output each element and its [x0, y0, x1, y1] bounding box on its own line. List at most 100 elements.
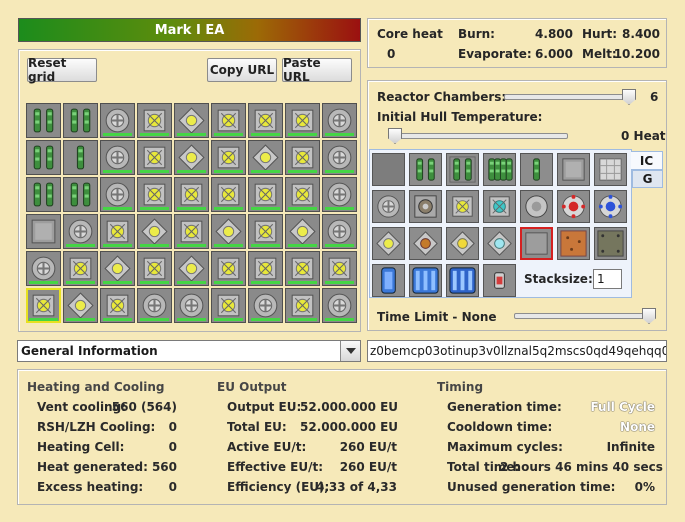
reactor-slot-exch-icon[interactable] [174, 214, 209, 249]
reactor-slot-exch-icon[interactable] [63, 251, 98, 286]
reactor-slot-exch-sel-icon[interactable] [26, 288, 61, 323]
hull-temp-slider[interactable] [388, 133, 568, 139]
palette-reflector-icon[interactable] [483, 264, 516, 297]
palette-exch-adv-icon[interactable] [483, 190, 516, 223]
reactor-slot-exch-icon[interactable] [100, 288, 135, 323]
heat-bar [66, 244, 95, 247]
chambers-slider[interactable] [504, 94, 636, 100]
paste-url-button[interactable]: Paste URL [282, 56, 352, 84]
palette-cond-icon[interactable] [372, 227, 405, 260]
palette-empty-icon[interactable] [372, 153, 405, 186]
reactor-slot-cell-icon[interactable] [26, 177, 61, 212]
timing-val-3: 2 hours 46 mins 40 secs [500, 460, 663, 474]
reactor-slot-exch-icon[interactable] [248, 214, 283, 249]
reactor-slot-exch-icon[interactable] [285, 288, 320, 323]
heat-bar [214, 207, 243, 210]
palette-vent-comp-icon[interactable] [520, 190, 553, 223]
reactor-slot-exch-icon[interactable] [285, 140, 320, 175]
reactor-slot-vent-icon[interactable] [137, 288, 172, 323]
palette-vent-blue-icon[interactable] [594, 190, 627, 223]
palette-plate-dark-icon[interactable] [594, 227, 627, 260]
url-field[interactable]: z0bemcp03otinup3v0llznal5q2mscs0qd49qehq… [367, 340, 667, 362]
palette-plate2-icon[interactable] [594, 153, 627, 186]
reactor-slot-vent-icon[interactable] [248, 288, 283, 323]
palette-cond-copper-icon[interactable] [409, 227, 442, 260]
reactor-slot-exch-icon[interactable] [285, 177, 320, 212]
reactor-slot-exch-icon[interactable] [137, 103, 172, 138]
reactor-slot-cond-icon[interactable] [137, 214, 172, 249]
reactor-slot-exch-icon[interactable] [285, 251, 320, 286]
reactor-slot-cond-icon[interactable] [211, 214, 246, 249]
stacksize-input[interactable]: 1 [593, 269, 622, 289]
heating-title: Heating and Cooling [27, 380, 165, 394]
palette-cell-icon[interactable] [409, 153, 442, 186]
palette-vent-red-icon[interactable] [557, 190, 590, 223]
palette-coolant-icon[interactable] [372, 264, 405, 297]
time-limit-slider[interactable] [514, 313, 654, 319]
reactor-slot-vent-icon[interactable] [100, 177, 135, 212]
reactor-slot-exch-icon[interactable] [137, 140, 172, 175]
palette-exch-icon[interactable] [446, 190, 479, 223]
reactor-slot-exch-icon[interactable] [248, 251, 283, 286]
palette-cond-diamond-icon[interactable] [483, 227, 516, 260]
heat-bar [214, 318, 243, 321]
reactor-slot-exch-icon[interactable] [248, 177, 283, 212]
reactor-slot-vent-icon[interactable] [26, 251, 61, 286]
reactor-slot-exch-icon[interactable] [100, 214, 135, 249]
tab-g[interactable]: G [632, 170, 663, 188]
palette-plate-icon[interactable] [557, 153, 590, 186]
palette-vent-icon[interactable] [372, 190, 405, 223]
reactor-slot-exch-icon[interactable] [211, 140, 246, 175]
reactor-slot-vent-icon[interactable] [322, 214, 357, 249]
reset-grid-button[interactable]: Reset grid [27, 56, 97, 84]
reactor-slot-cond-icon[interactable] [174, 140, 209, 175]
reactor-slot-exch-icon[interactable] [211, 177, 246, 212]
reactor-slot-vent-icon[interactable] [322, 140, 357, 175]
reactor-slot-exch-icon[interactable] [322, 251, 357, 286]
reactor-slot-cell-icon[interactable] [26, 140, 61, 175]
heating-val-3: 560 [151, 460, 177, 474]
reactor-slot-cond-icon[interactable] [248, 140, 283, 175]
reactor-slot-cond-icon[interactable] [285, 214, 320, 249]
timing-title: Timing [437, 380, 484, 394]
reactor-slot-exch-icon[interactable] [137, 251, 172, 286]
reactor-slot-exch-icon[interactable] [211, 103, 246, 138]
reactor-slot-cell-icon[interactable] [63, 177, 98, 212]
palette-coolant2-icon[interactable] [409, 264, 442, 297]
reactor-slot-vent-icon[interactable] [100, 140, 135, 175]
reactor-slot-exch-icon[interactable] [285, 103, 320, 138]
copy-url-button[interactable]: Copy URL [207, 58, 277, 82]
palette-cell2-icon[interactable] [446, 153, 479, 186]
heat-bar [177, 133, 206, 136]
reactor-slot-cond-icon[interactable] [63, 288, 98, 323]
palette-plate-orange-icon[interactable] [557, 227, 590, 260]
reactor-slot-exch-icon[interactable] [137, 177, 172, 212]
reactor-slot-cond-icon[interactable] [100, 251, 135, 286]
reactor-slot-exch-icon[interactable] [211, 251, 246, 286]
reactor-slot-vent-icon[interactable] [322, 103, 357, 138]
reactor-slot-exch-icon[interactable] [248, 103, 283, 138]
palette-cell4-icon[interactable] [483, 153, 516, 186]
palette-coolant3-icon[interactable] [446, 264, 479, 297]
palette-plate-sel-icon[interactable] [520, 227, 553, 260]
reactor-slot-vent-icon[interactable] [63, 214, 98, 249]
reactor-slot-vent-icon[interactable] [100, 103, 135, 138]
reactor-slot-exch-icon[interactable] [174, 177, 209, 212]
reactor-slot-cond-icon[interactable] [174, 251, 209, 286]
info-dropdown[interactable]: General Information [17, 340, 361, 362]
reactor-slot-exch-icon[interactable] [211, 288, 246, 323]
reactor-slot-cell-icon[interactable] [26, 103, 61, 138]
palette-cond-adv-icon[interactable] [446, 227, 479, 260]
palette-rod-icon[interactable] [520, 153, 553, 186]
palette-vent-adv-icon[interactable] [409, 190, 442, 223]
reactor-slot-plate-icon[interactable] [26, 214, 61, 249]
reactor-slot-vent-icon[interactable] [322, 177, 357, 212]
reactor-slot-vent-icon[interactable] [322, 288, 357, 323]
reactor-slot-rod-icon[interactable] [63, 140, 98, 175]
reactor-slot-vent-icon[interactable] [174, 288, 209, 323]
reactor-slot-cell-icon[interactable] [63, 103, 98, 138]
chevron-down-icon[interactable] [340, 341, 360, 361]
tab-ic[interactable]: IC [631, 151, 663, 170]
reactor-slot-cond-icon[interactable] [174, 103, 209, 138]
heat-bar [325, 170, 354, 173]
